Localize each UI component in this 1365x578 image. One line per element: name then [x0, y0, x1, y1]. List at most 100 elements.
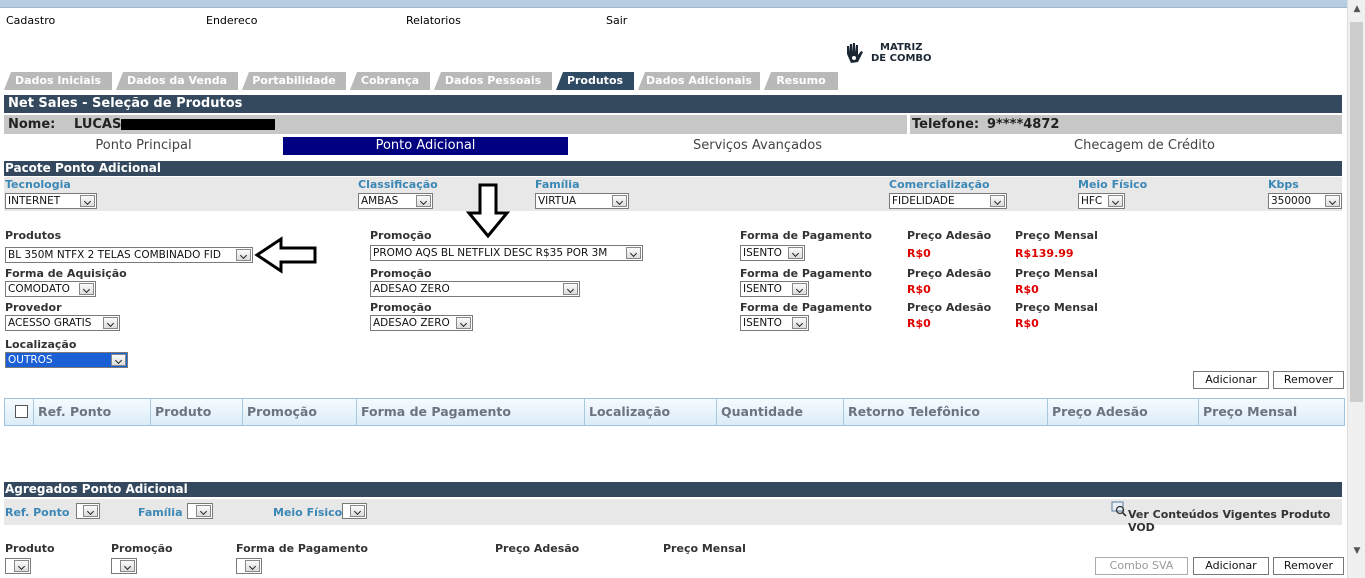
remover-agregado-button[interactable]: Remover: [1273, 557, 1344, 575]
kbps-label: Kbps: [1268, 178, 1299, 191]
left-arrow-annotation-icon: [254, 236, 317, 274]
adicionar-agregado-button[interactable]: Adicionar: [1193, 557, 1269, 575]
forma-pagamento-select-3[interactable]: ISENTO: [740, 315, 809, 331]
chevron-down-icon: [612, 195, 627, 207]
familia-agregado-select[interactable]: [187, 503, 213, 519]
agregados-filter-bar: Ref. Ponto Família Meio Físico Ver Conte…: [4, 499, 1342, 534]
forma-pagamento-select-1[interactable]: ISENTO: [740, 245, 805, 261]
produtos-select[interactable]: BL 350M NTFX 2 TELAS COMBINADO FID: [5, 247, 253, 263]
tab-cobranca[interactable]: Cobrança: [350, 72, 430, 90]
familia-agregado-label: Família: [138, 506, 183, 519]
scroll-down-icon[interactable]: ▼: [1352, 546, 1362, 556]
preco-mensal-value-1: R$139.99: [1015, 247, 1074, 260]
scrollbar-thumb[interactable]: [1350, 22, 1363, 402]
col-preco-mensal[interactable]: Preço Mensal: [1198, 399, 1344, 425]
chevron-down-icon: [245, 560, 260, 572]
forma-aquisicao-select[interactable]: COMODATO: [5, 281, 96, 297]
preco-adesao-agregado-label: Preço Adesão: [495, 542, 580, 555]
matriz-de-combo-logo[interactable]: MATRIZ DE COMBO: [843, 40, 932, 66]
preco-adesao-label-1: Preço Adesão: [907, 229, 992, 242]
col-preco-adesao[interactable]: Preço Adesão: [1047, 399, 1198, 425]
chevron-down-icon: [1325, 195, 1340, 207]
menu-relatorios[interactable]: Relatorios: [406, 14, 461, 27]
menu-cadastro[interactable]: Cadastro: [6, 14, 55, 27]
chevron-down-icon: [456, 317, 471, 329]
familia-select[interactable]: VIRTUA: [535, 193, 629, 209]
menu-endereco[interactable]: Endereco: [206, 14, 258, 27]
comercializacao-select[interactable]: FIDELIDADE: [889, 193, 1007, 209]
col-ref-ponto[interactable]: Ref. Ponto: [33, 399, 150, 425]
col-retorno-telefonico[interactable]: Retorno Telefônico: [843, 399, 1047, 425]
subtab-servicos-avancados[interactable]: Serviços Avançados: [568, 137, 947, 155]
name-value: LUCAS: [74, 117, 122, 132]
subtab-checagem-de-credito[interactable]: Checagem de Crédito: [947, 137, 1342, 155]
produtos-label: Produtos: [5, 229, 62, 242]
combo-sva-button[interactable]: Combo SVA: [1095, 557, 1188, 575]
familia-label: Família: [535, 178, 580, 191]
chevron-down-icon: [990, 195, 1005, 207]
preco-adesao-label-3: Preço Adesão: [907, 301, 992, 314]
chevron-down-icon: [196, 505, 211, 517]
preco-adesao-label-2: Preço Adesão: [907, 267, 992, 280]
provedor-select[interactable]: ACESSO GRATIS: [5, 315, 120, 331]
tecnologia-select[interactable]: INTERNET: [5, 193, 97, 209]
meio-fisico-agregado-label: Meio Físico: [273, 506, 343, 519]
section-title-agregados: Agregados Ponto Adicional: [4, 482, 1342, 497]
promocao-agregado-select[interactable]: [111, 558, 137, 574]
products-grid-header: Ref. Ponto Produto Promoção Forma de Pag…: [4, 398, 1345, 426]
subtab-ponto-adicional[interactable]: Ponto Adicional: [283, 137, 568, 155]
ver-conteudos-vod-link[interactable]: Ver Conteúdos Vigentes Produto VOD: [1128, 508, 1342, 534]
col-promocao[interactable]: Promoção: [242, 399, 356, 425]
kbps-select[interactable]: 350000: [1268, 193, 1342, 209]
localizacao-label: Localização: [5, 338, 77, 351]
col-quantidade[interactable]: Quantidade: [716, 399, 843, 425]
subtab-ponto-principal[interactable]: Ponto Principal: [4, 137, 283, 155]
tab-resumo[interactable]: Resumo: [764, 72, 838, 90]
col-localizacao[interactable]: Localização: [584, 399, 716, 425]
chevron-down-icon: [350, 505, 365, 517]
promocao-label-1: Promoção: [370, 229, 432, 242]
meio-fisico-select[interactable]: HFC: [1078, 193, 1125, 209]
preco-mensal-value-3: R$0: [1015, 317, 1039, 330]
menu-sair[interactable]: Sair: [606, 14, 627, 27]
col-forma-pagamento[interactable]: Forma de Pagamento: [356, 399, 584, 425]
promocao-select-1[interactable]: PROMO AQS BL NETFLIX DESC R$35 POR 3M: [370, 245, 643, 261]
comercializacao-label: Comercialização: [889, 178, 990, 191]
down-arrow-annotation-icon: [466, 183, 510, 239]
tab-dados-adicionais[interactable]: Dados Adicionais: [638, 72, 760, 90]
tab-dados-pessoais[interactable]: Dados Pessoais: [434, 72, 552, 90]
chevron-down-icon: [792, 283, 807, 295]
col-produto[interactable]: Produto: [150, 399, 242, 425]
remover-button[interactable]: Remover: [1273, 371, 1344, 389]
promocao-label-2: Promoção: [370, 267, 432, 280]
ref-ponto-select[interactable]: [76, 503, 100, 519]
preco-adesao-value-3: R$0: [907, 317, 931, 330]
tab-dados-da-venda[interactable]: Dados da Venda: [116, 72, 238, 90]
preco-mensal-label-2: Preço Mensal: [1015, 267, 1098, 280]
forma-pagamento-label-2: Forma de Pagamento: [740, 267, 872, 280]
adicionar-button[interactable]: Adicionar: [1193, 371, 1269, 389]
meio-fisico-agregado-select[interactable]: [342, 503, 367, 519]
chevron-down-icon: [103, 317, 118, 329]
localizacao-select[interactable]: OUTROS: [5, 352, 128, 368]
classificacao-select[interactable]: AMBAS: [358, 193, 433, 209]
tab-portabilidade[interactable]: Portabilidade: [242, 72, 346, 90]
chevron-down-icon: [563, 283, 578, 295]
tab-produtos[interactable]: Produtos: [556, 72, 634, 90]
phone-label: Telefone:: [912, 117, 980, 132]
vertical-scrollbar[interactable]: ▲ ▼: [1347, 0, 1365, 578]
preco-adesao-value-2: R$0: [907, 283, 931, 296]
logo-line1: MATRIZ: [880, 42, 923, 53]
forma-pagamento-select-2[interactable]: ISENTO: [740, 281, 809, 297]
tab-dados-iniciais[interactable]: Dados Iniciais: [4, 72, 112, 90]
promocao-select-2[interactable]: ADESAO ZERO: [370, 281, 580, 297]
magnifier-icon: [1111, 501, 1127, 517]
phone-value: 9****4872: [987, 117, 1060, 132]
forma-pagamento-agregado-select[interactable]: [236, 558, 262, 574]
customer-bar: Nome: LUCAS Telefone: 9****4872: [4, 115, 1342, 134]
produto-agregado-select[interactable]: [5, 558, 31, 574]
scroll-up-icon[interactable]: ▲: [1352, 4, 1362, 14]
chevron-down-icon: [14, 560, 29, 572]
select-all-checkbox[interactable]: [15, 405, 28, 418]
promocao-select-3[interactable]: ADESAO ZERO: [370, 315, 473, 331]
